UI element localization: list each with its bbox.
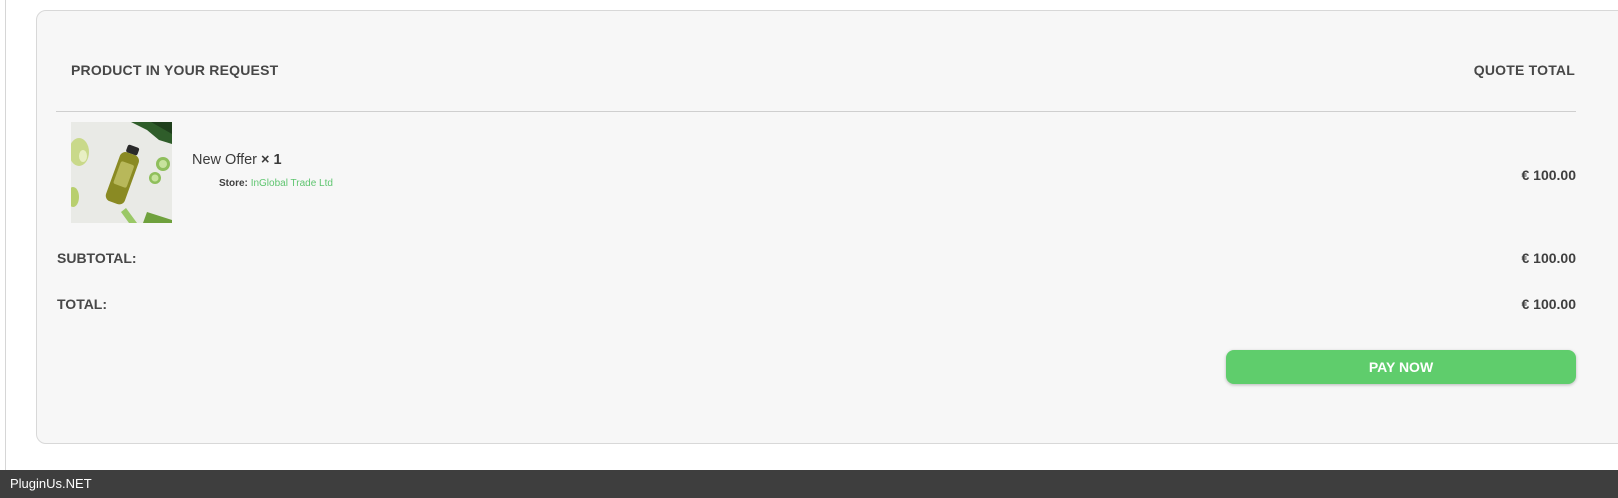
subtotal-label: SUBTOTAL:	[57, 250, 137, 266]
left-border-line	[5, 0, 6, 470]
product-thumbnail[interactable]	[71, 122, 172, 223]
subtotal-value: € 100.00	[1521, 250, 1577, 266]
quote-total-column-header: QUOTE TOTAL	[1473, 62, 1575, 78]
product-quantity: × 1	[261, 152, 282, 168]
product-image	[71, 122, 172, 223]
header-divider	[56, 111, 1576, 112]
product-column-header: PRODUCT IN YOUR REQUEST	[71, 62, 279, 78]
store-line: Store: InGlobal Trade Ltd	[219, 178, 333, 189]
item-price: € 100.00	[1521, 167, 1577, 183]
total-label: TOTAL:	[57, 296, 108, 312]
footer-bar: PluginUs.NET	[0, 470, 1618, 498]
store-label: Store:	[219, 178, 248, 189]
product-name-link[interactable]: New Offer	[192, 152, 257, 168]
total-value: € 100.00	[1521, 296, 1577, 312]
footer-brand: PluginUs.NET	[10, 476, 92, 491]
product-title: New Offer × 1	[192, 152, 282, 168]
store-link[interactable]: InGlobal Trade Ltd	[251, 178, 333, 189]
pay-now-button[interactable]: PAY NOW	[1226, 350, 1576, 384]
